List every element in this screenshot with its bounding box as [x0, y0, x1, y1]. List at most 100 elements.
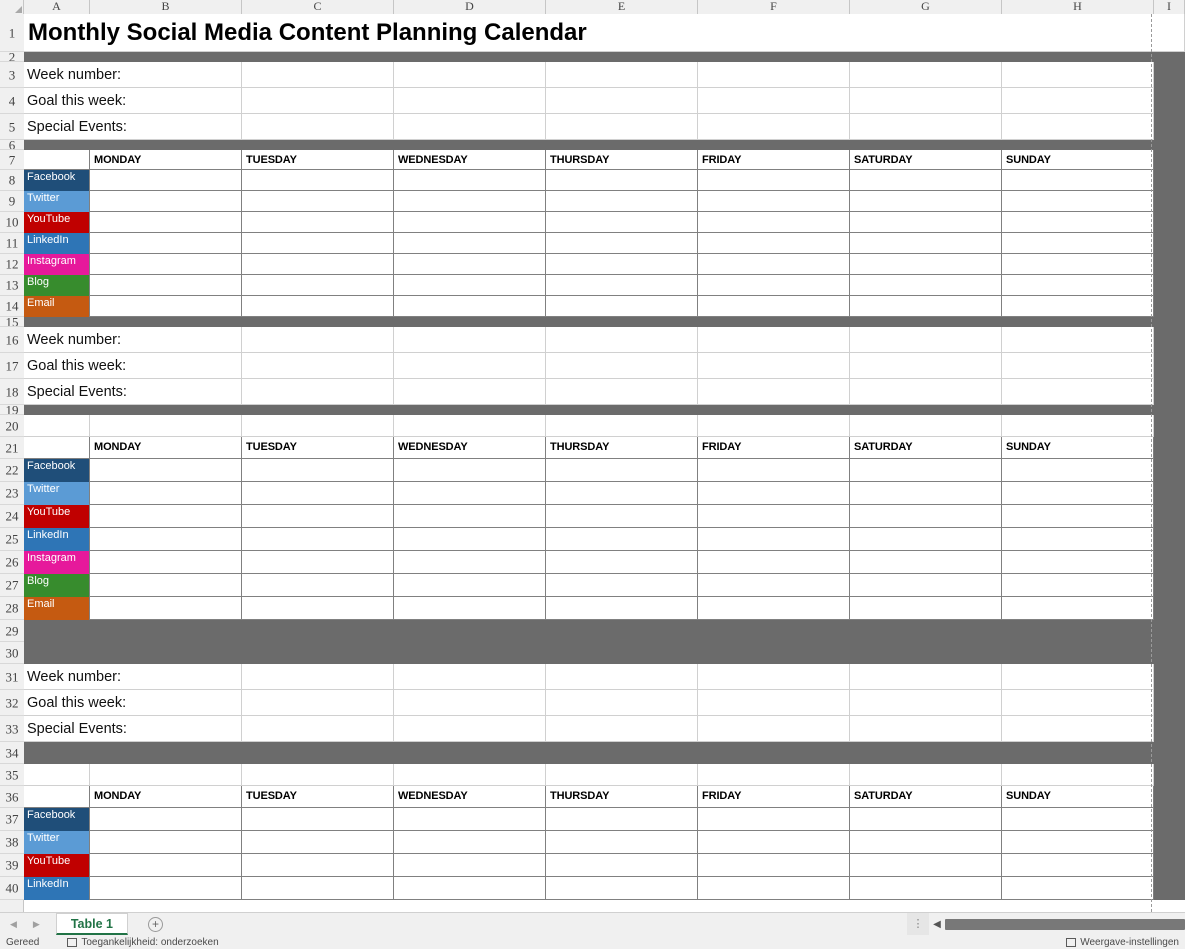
column-header-e[interactable]: E: [546, 0, 698, 14]
content-cell[interactable]: [1002, 574, 1154, 597]
content-cell[interactable]: [394, 459, 546, 482]
info-input-cell[interactable]: [242, 88, 394, 114]
info-input-cell[interactable]: [242, 716, 394, 742]
platform-row-blog[interactable]: Blog: [24, 574, 1185, 597]
content-cell[interactable]: [850, 597, 1002, 620]
platform-row-youtube[interactable]: YouTube: [24, 505, 1185, 528]
info-input-cell[interactable]: [242, 379, 394, 405]
row-header-5[interactable]: 5: [0, 114, 24, 140]
spacer-cell[interactable]: [850, 415, 1002, 437]
spacer-row[interactable]: [24, 415, 1185, 437]
content-cell[interactable]: [698, 854, 850, 877]
spacer-cell[interactable]: [24, 764, 90, 786]
info-input-cell[interactable]: [546, 690, 698, 716]
info-input-cell[interactable]: [850, 379, 1002, 405]
spacer-cell[interactable]: [546, 415, 698, 437]
content-cell[interactable]: [1002, 854, 1154, 877]
content-cell[interactable]: [1002, 275, 1154, 296]
day-header-row[interactable]: MONDAY TUESDAY WEDNESDAY THURSDAY FRIDAY SATU…: [24, 437, 1185, 459]
content-cell[interactable]: [242, 877, 394, 900]
content-cell[interactable]: [90, 808, 242, 831]
spacer-cell[interactable]: [242, 764, 394, 786]
content-cell[interactable]: [850, 275, 1002, 296]
spacer-cell[interactable]: [394, 415, 546, 437]
info-input-cell[interactable]: [394, 716, 546, 742]
platform-row-twitter[interactable]: Twitter: [24, 482, 1185, 505]
info-input-cell[interactable]: [546, 62, 698, 88]
content-cell[interactable]: [394, 505, 546, 528]
content-cell[interactable]: [242, 482, 394, 505]
horizontal-scrollbar[interactable]: ◀: [929, 912, 1185, 936]
row-header-20[interactable]: 20: [0, 415, 24, 437]
info-row-goal[interactable]: Goal this week:: [24, 88, 1185, 114]
info-input-cell[interactable]: [1002, 327, 1154, 353]
content-cell[interactable]: [698, 574, 850, 597]
spacer-cell[interactable]: [90, 415, 242, 437]
separator-row[interactable]: [24, 405, 1185, 415]
info-input-cell[interactable]: [1002, 353, 1154, 379]
row-header-30[interactable]: 30: [0, 642, 24, 664]
info-row-week_number[interactable]: Week number:: [24, 62, 1185, 88]
info-input-cell[interactable]: [698, 62, 850, 88]
content-cell[interactable]: [90, 191, 242, 212]
content-cell[interactable]: [698, 482, 850, 505]
content-cell[interactable]: [850, 459, 1002, 482]
info-input-cell[interactable]: [850, 353, 1002, 379]
content-cell[interactable]: [1002, 170, 1154, 191]
content-cell[interactable]: [90, 212, 242, 233]
content-cell[interactable]: [698, 528, 850, 551]
content-cell[interactable]: [394, 170, 546, 191]
tab-overflow-icon[interactable]: ⋮: [907, 912, 929, 936]
content-cell[interactable]: [546, 808, 698, 831]
row-header-17[interactable]: 17: [0, 353, 24, 379]
day-header-row[interactable]: MONDAY TUESDAY WEDNESDAY THURSDAY FRIDAY SATU…: [24, 150, 1185, 170]
spacer-cell[interactable]: [242, 415, 394, 437]
content-cell[interactable]: [242, 528, 394, 551]
info-input-cell[interactable]: [242, 114, 394, 140]
content-cell[interactable]: [546, 597, 698, 620]
content-cell[interactable]: [394, 482, 546, 505]
info-input-cell[interactable]: [242, 327, 394, 353]
content-cell[interactable]: [698, 597, 850, 620]
content-cell[interactable]: [698, 551, 850, 574]
content-cell[interactable]: [90, 528, 242, 551]
row-header-39[interactable]: 39: [0, 854, 24, 877]
content-cell[interactable]: [1002, 212, 1154, 233]
select-all-corner[interactable]: [0, 0, 24, 14]
row-header-27[interactable]: 27: [0, 574, 24, 597]
column-header-a[interactable]: A: [24, 0, 90, 14]
content-cell[interactable]: [242, 233, 394, 254]
info-row-special_events[interactable]: Special Events:: [24, 114, 1185, 140]
status-accessibility[interactable]: Toegankelijkheid: onderzoeken: [67, 937, 219, 948]
info-input-cell[interactable]: [850, 88, 1002, 114]
content-cell[interactable]: [242, 296, 394, 317]
row-header-7[interactable]: 7: [0, 150, 24, 170]
content-cell[interactable]: [698, 296, 850, 317]
info-input-cell[interactable]: [850, 62, 1002, 88]
info-input-cell[interactable]: [242, 664, 394, 690]
content-cell[interactable]: [394, 233, 546, 254]
row-header-32[interactable]: 32: [0, 690, 24, 716]
view-settings-button[interactable]: Weergave-instellingen: [1066, 937, 1179, 948]
info-row-special_events[interactable]: Special Events:: [24, 379, 1185, 405]
content-cell[interactable]: [698, 212, 850, 233]
content-cell[interactable]: [394, 212, 546, 233]
info-input-cell[interactable]: [394, 88, 546, 114]
content-cell[interactable]: [242, 170, 394, 191]
platform-row-linkedin[interactable]: LinkedIn: [24, 528, 1185, 551]
platform-row-facebook[interactable]: Facebook: [24, 170, 1185, 191]
info-input-cell[interactable]: [1002, 690, 1154, 716]
content-cell[interactable]: [394, 528, 546, 551]
content-cell[interactable]: [394, 831, 546, 854]
content-cell[interactable]: [242, 854, 394, 877]
content-cell[interactable]: [850, 212, 1002, 233]
content-cell[interactable]: [242, 505, 394, 528]
info-input-cell[interactable]: [850, 327, 1002, 353]
content-cell[interactable]: [850, 808, 1002, 831]
info-row-special_events[interactable]: Special Events:: [24, 716, 1185, 742]
info-input-cell[interactable]: [394, 353, 546, 379]
content-cell[interactable]: [1002, 459, 1154, 482]
row-header-23[interactable]: 23: [0, 482, 24, 505]
info-input-cell[interactable]: [546, 716, 698, 742]
content-cell[interactable]: [546, 191, 698, 212]
